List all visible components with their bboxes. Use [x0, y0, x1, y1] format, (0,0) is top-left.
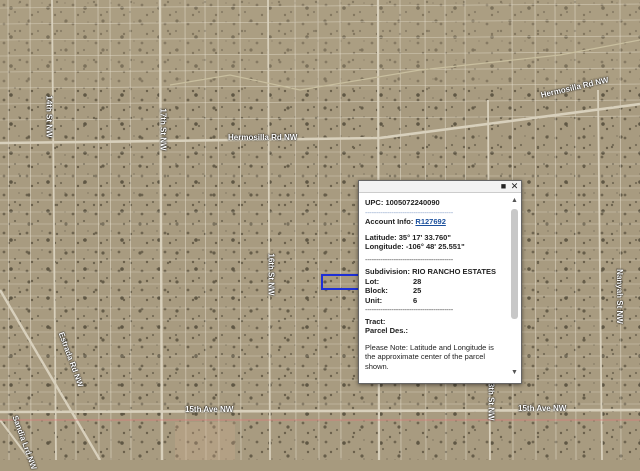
subdivision-value: RIO RANCHO ESTATES: [412, 267, 496, 276]
maximize-icon[interactable]: ■: [499, 182, 508, 191]
scroll-up-icon[interactable]: ▲: [510, 197, 519, 205]
account-label: Account Info:: [365, 217, 414, 226]
separator: ----------------------------------------: [365, 207, 453, 217]
subdivision-label: Subdivision:: [365, 267, 410, 276]
account-link[interactable]: R127692: [415, 217, 445, 226]
unit-value: 6: [413, 295, 418, 305]
upc-value: 1005072240090: [385, 198, 440, 207]
unit-label: Unit:: [365, 295, 383, 305]
popup-content: UPC: 1005072240090 ---------------------…: [365, 198, 505, 378]
block-label: Block:: [365, 286, 388, 295]
road-label: 17th St NW: [158, 108, 168, 151]
scroll-down-icon[interactable]: ▼: [510, 369, 519, 377]
upc-label: UPC:: [365, 198, 384, 207]
popup-scrollbar[interactable]: ▲ ▼: [510, 197, 519, 377]
tract-label: Tract:: [365, 316, 386, 326]
road-label: 14th St NW: [44, 95, 54, 138]
parcel-des-label: Parcel Des.:: [365, 326, 408, 335]
block-value: 25: [413, 286, 422, 295]
road-label: Hermosilla Rd NW: [228, 133, 298, 142]
road-label: 15th Ave NW: [185, 405, 234, 414]
longitude-label: Longitude:: [365, 242, 404, 251]
coordinates-note: Please Note: Latitude and Longitude is t…: [365, 342, 494, 371]
latitude-value: 35° 17' 33.760": [398, 232, 451, 242]
latitude-label: Latitude:: [365, 232, 397, 242]
road-label: Nanyah St NW: [614, 269, 624, 324]
lot-value: 28: [413, 276, 422, 286]
separator: ----------------------------------------: [365, 254, 453, 264]
popup-title-bar: ■ ✕: [359, 181, 521, 193]
longitude-value: -106° 48' 25.551": [405, 242, 465, 251]
road-label: 15th Ave NW: [518, 404, 567, 413]
separator: ----------------------------------------: [365, 305, 453, 314]
scrollbar-thumb[interactable]: [511, 209, 518, 319]
road-label: 13th St NW: [486, 378, 496, 421]
close-icon[interactable]: ✕: [510, 182, 519, 191]
road-label: 16th St NW: [266, 253, 276, 296]
parcel-info-popup: ■ ✕ UPC: 1005072240090 -----------------…: [358, 180, 522, 384]
lot-label: Lot:: [365, 276, 380, 286]
aerial-map[interactable]: [0, 0, 640, 460]
